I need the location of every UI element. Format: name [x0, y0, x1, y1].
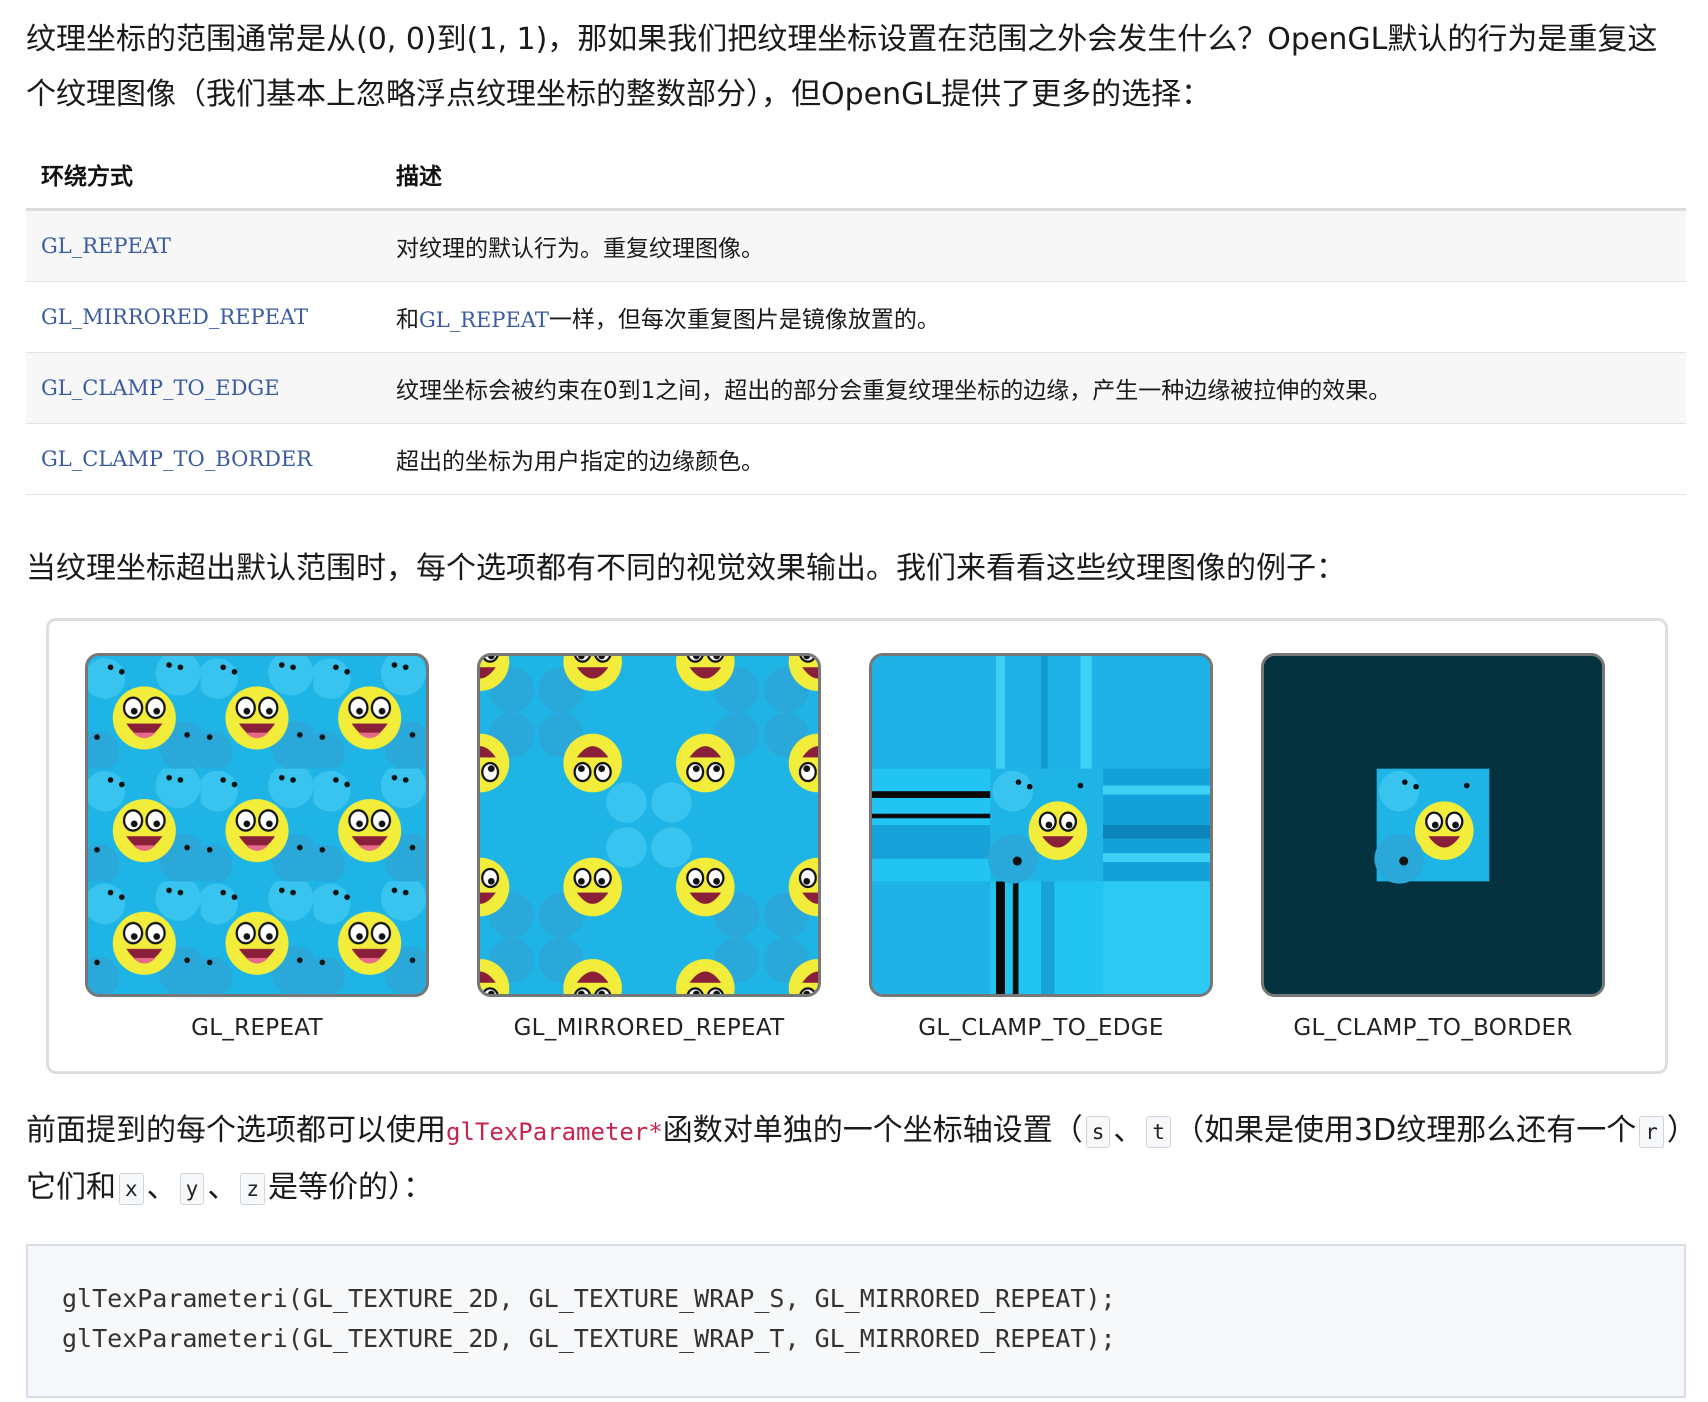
clamp-to-edge-texture-image [869, 653, 1213, 997]
mirrored-repeat-texture-image [477, 653, 821, 997]
header-description: 描述 [381, 140, 1686, 211]
axis-r-code: r [1639, 1115, 1664, 1148]
parameter-paragraph: 前面提到的每个选项都可以使用glTexParameter*函数对单独的一个坐标轴… [26, 1103, 1686, 1215]
para-text: 是等价的）： [267, 1170, 433, 1205]
clamp-to-border-texture-image [1261, 653, 1605, 997]
table-row: GL_MIRRORED_REPEAT 和GL_REPEAT一样，但每次重复图片是… [26, 281, 1686, 353]
desc-text: 和 [396, 307, 419, 333]
code-line: glTexParameteri(GL_TEXTURE_2D, GL_TEXTUR… [62, 1324, 1116, 1353]
separator: 、 [146, 1170, 177, 1205]
examples-paragraph: 当纹理坐标超出默认范围时，每个选项都有不同的视觉效果输出。我们来看看这些纹理图像… [26, 551, 1346, 586]
figure-item-repeat: GL_REPEAT [83, 653, 431, 1041]
axis-x-code: x [119, 1172, 144, 1205]
para-text: 前面提到的每个选项都可以使用 [26, 1113, 446, 1148]
table-row: GL_REPEAT 对纹理的默认行为。重复纹理图像。 [26, 209, 1686, 282]
caption-mirrored-repeat: GL_MIRRORED_REPEAT [513, 1015, 785, 1041]
axis-z-code: z [240, 1172, 265, 1205]
mode-cell: GL_MIRRORED_REPEAT [26, 281, 381, 353]
axis-s-code: s [1085, 1115, 1111, 1148]
figure-item-clamp-to-edge: GL_CLAMP_TO_EDGE [867, 653, 1215, 1041]
desc-text: 一样，但每次重复图片是镜像放置的。 [548, 307, 940, 333]
desc-cell: 超出的坐标为用户指定的边缘颜色。 [381, 423, 1686, 495]
desc-code: GL_REPEAT [419, 308, 549, 332]
caption-repeat: GL_REPEAT [191, 1015, 323, 1041]
para-text: 函数对单独的一个坐标轴设置（ [662, 1113, 1083, 1148]
repeat-texture-image [85, 653, 429, 997]
axis-t-code: t [1146, 1115, 1172, 1148]
para-text: （如果是使用3D纹理那么还有一个 [1174, 1113, 1637, 1148]
desc-cell: 和GL_REPEAT一样，但每次重复图片是镜像放置的。 [381, 281, 1686, 353]
wrap-mode-table: 环绕方式 描述 GL_REPEAT 对纹理的默认行为。重复纹理图像。 GL_MI… [26, 140, 1686, 495]
desc-cell: 对纹理的默认行为。重复纹理图像。 [381, 209, 1686, 282]
separator: 、 [1113, 1113, 1144, 1148]
repeat-texture-svg [88, 656, 426, 994]
mode-cell: GL_CLAMP_TO_EDGE [26, 352, 381, 424]
code-block[interactable]: glTexParameteri(GL_TEXTURE_2D, GL_TEXTUR… [26, 1244, 1686, 1398]
mirrored-texture-svg [480, 656, 818, 994]
mode-cell: GL_REPEAT [26, 209, 381, 282]
caption-clamp-to-edge: GL_CLAMP_TO_EDGE [918, 1015, 1164, 1041]
table-header-row: 环绕方式 描述 [26, 140, 1686, 211]
separator: 、 [207, 1170, 238, 1205]
mode-cell: GL_CLAMP_TO_BORDER [26, 423, 381, 495]
header-wrap-mode: 环绕方式 [26, 140, 381, 211]
table-row: GL_CLAMP_TO_BORDER 超出的坐标为用户指定的边缘颜色。 [26, 423, 1686, 495]
inline-code-gltexparameter: glTexParameter* [446, 1118, 663, 1146]
intro-paragraph: 纹理坐标的范围通常是从(0, 0)到(1, 1)，那如果我们把纹理坐标设置在范围… [26, 22, 1658, 112]
code-line: glTexParameteri(GL_TEXTURE_2D, GL_TEXTUR… [62, 1284, 1116, 1313]
clamp-edge-texture-svg [872, 656, 1210, 994]
table-row: GL_CLAMP_TO_EDGE 纹理坐标会被约束在0到1之间，超出的部分会重复… [26, 352, 1686, 424]
figure-item-mirrored-repeat: GL_MIRRORED_REPEAT [475, 653, 823, 1041]
wrap-examples-figure: GL_REPEAT GL_MIRRORED_REPEAT GL_CLAMP_TO… [46, 618, 1668, 1074]
page: 纹理坐标的范围通常是从(0, 0)到(1, 1)，那如果我们把纹理坐标设置在范围… [0, 0, 1708, 1402]
desc-cell: 纹理坐标会被约束在0到1之间，超出的部分会重复纹理坐标的边缘，产生一种边缘被拉伸… [381, 352, 1686, 424]
axis-y-code: y [179, 1172, 205, 1205]
figure-item-clamp-to-border: GL_CLAMP_TO_BORDER [1259, 653, 1607, 1041]
clamp-border-texture-svg [1264, 656, 1602, 994]
caption-clamp-to-border: GL_CLAMP_TO_BORDER [1293, 1015, 1573, 1041]
